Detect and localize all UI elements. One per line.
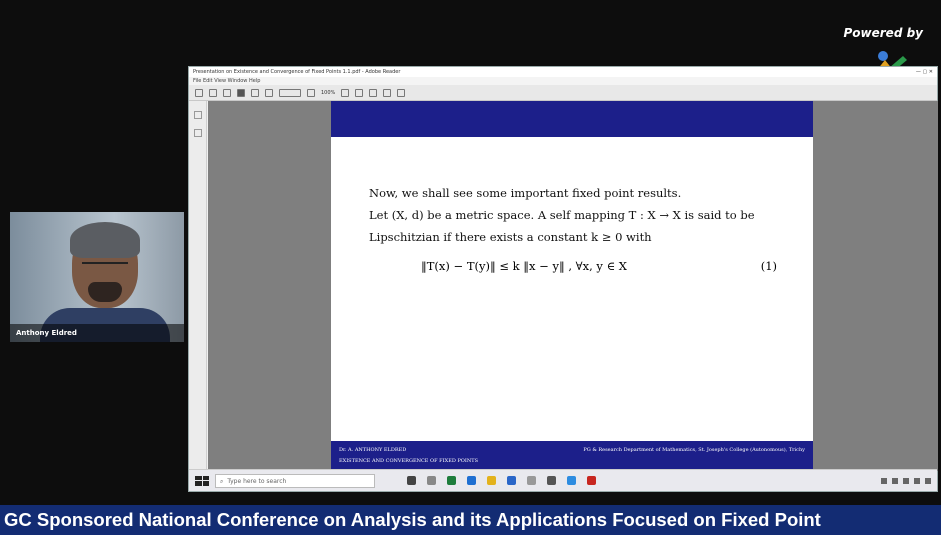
attachments-panel-icon[interactable] bbox=[193, 129, 202, 137]
comment-icon[interactable] bbox=[383, 88, 392, 97]
equation-number: (1) bbox=[760, 258, 777, 273]
conference-banner: GC Sponsored National Conference on Anal… bbox=[0, 505, 941, 535]
window-title: Presentation on Existence and Convergenc… bbox=[193, 69, 401, 75]
clock-icon[interactable] bbox=[914, 477, 920, 484]
zoom-out-icon[interactable] bbox=[307, 88, 315, 97]
search-icon: ⌕ bbox=[220, 477, 224, 485]
chrome-icon[interactable] bbox=[447, 476, 456, 485]
equation-row: ‖T(x) − T(y)‖ ≤ k ‖x − y‖ , ∀x, y ∈ X (1… bbox=[421, 259, 777, 273]
network-icon[interactable] bbox=[881, 477, 887, 484]
presenter-glasses bbox=[82, 262, 128, 270]
edge-icon[interactable] bbox=[467, 476, 476, 485]
fit-width-icon[interactable] bbox=[369, 88, 378, 97]
open-icon[interactable] bbox=[195, 88, 203, 97]
webcam-tile[interactable]: Anthony Eldred bbox=[10, 212, 184, 342]
windows-taskbar: ⌕ Type here to search bbox=[189, 469, 937, 491]
window-controls[interactable]: — ▢ ✕ bbox=[916, 69, 933, 75]
sign-icon[interactable] bbox=[397, 88, 406, 97]
notifications-icon[interactable] bbox=[925, 477, 931, 484]
word-icon[interactable] bbox=[547, 476, 556, 485]
slide-header-bar bbox=[331, 101, 813, 137]
prev-page-icon[interactable] bbox=[251, 88, 259, 97]
pdf-reader-icon[interactable] bbox=[587, 476, 596, 485]
footer-affiliation: PG & Research Department of Mathematics,… bbox=[583, 447, 805, 453]
meeting-app-icon[interactable] bbox=[567, 476, 576, 485]
zoom-in-icon[interactable] bbox=[341, 88, 350, 97]
save-icon[interactable] bbox=[209, 88, 217, 97]
print-icon[interactable] bbox=[223, 88, 231, 97]
navigation-panel bbox=[189, 101, 207, 471]
footer-author: Dr. A. ANTHONY ELDRED bbox=[339, 447, 407, 453]
slide-page: Now, we shall see some important fixed p… bbox=[331, 101, 813, 471]
document-viewport[interactable]: Now, we shall see some important fixed p… bbox=[208, 101, 938, 471]
menu-bar[interactable]: File Edit View Window Help bbox=[189, 77, 937, 85]
lipschitz-equation: ‖T(x) − T(y)‖ ≤ k ‖x − y‖ , ∀x, y ∈ X bbox=[421, 258, 627, 273]
fit-page-icon[interactable] bbox=[355, 88, 364, 97]
volume-icon[interactable] bbox=[892, 477, 898, 484]
presenter-hair bbox=[70, 222, 140, 258]
slide-line-1: Now, we shall see some important fixed p… bbox=[369, 186, 682, 200]
battery-icon[interactable] bbox=[903, 477, 909, 484]
reader-toolbar: 100% bbox=[189, 85, 937, 101]
windows-start-icon[interactable] bbox=[195, 475, 209, 486]
zoom-level[interactable]: 100% bbox=[321, 90, 335, 96]
system-tray bbox=[881, 477, 937, 484]
taskbar-search-box[interactable]: ⌕ Type here to search bbox=[215, 473, 375, 488]
file-explorer-icon[interactable] bbox=[487, 476, 496, 485]
slide-line-2: Let (X, d) be a metric space. A self map… bbox=[369, 207, 755, 222]
next-page-icon[interactable] bbox=[265, 88, 273, 97]
slide-footer: Dr. A. ANTHONY ELDRED PG & Research Depa… bbox=[331, 441, 813, 471]
slide-body: Now, we shall see some important fixed p… bbox=[331, 137, 813, 249]
mail-icon[interactable] bbox=[527, 476, 536, 485]
search-placeholder: Type here to search bbox=[227, 477, 287, 485]
slide-line-3: Lipschitzian if there exists a constant … bbox=[369, 229, 652, 244]
powered-by-label: Powered by bbox=[843, 26, 924, 40]
pages-panel-icon[interactable] bbox=[193, 111, 202, 119]
footer-title: EXISTENCE AND CONVERGENCE OF FIXED POINT… bbox=[339, 458, 479, 464]
presenter-beard bbox=[88, 282, 122, 302]
participant-name-label: Anthony Eldred bbox=[10, 324, 184, 342]
widgets-icon[interactable] bbox=[427, 476, 436, 485]
pdf-reader-window[interactable]: Presentation on Existence and Convergenc… bbox=[188, 66, 938, 492]
taskbar-apps bbox=[407, 476, 596, 485]
store-icon[interactable] bbox=[507, 476, 516, 485]
page-number-field[interactable] bbox=[279, 88, 301, 97]
task-view-icon[interactable] bbox=[407, 476, 416, 485]
email-icon[interactable] bbox=[237, 88, 245, 97]
window-titlebar[interactable]: Presentation on Existence and Convergenc… bbox=[189, 67, 937, 77]
